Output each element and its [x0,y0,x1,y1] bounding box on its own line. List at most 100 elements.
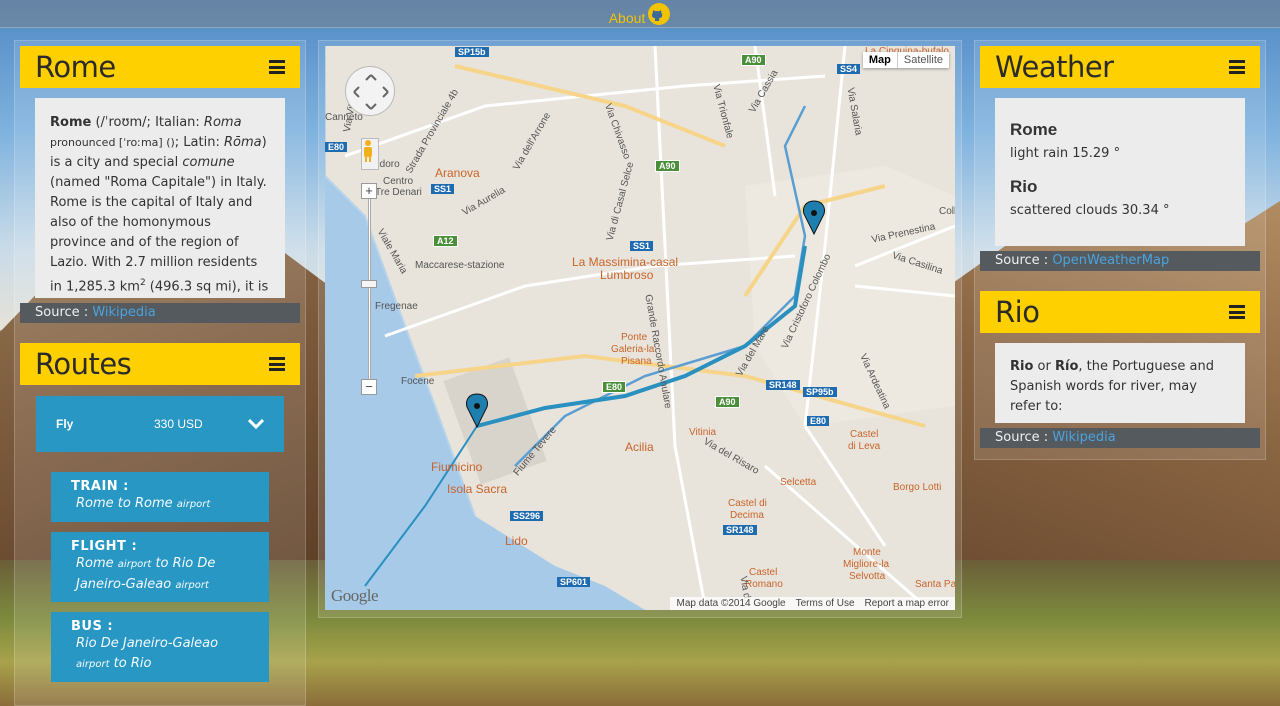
rio-panel-header: Rio [980,291,1260,333]
rio-or: or [1033,359,1055,374]
rome-text-3: (named "Roma Capitale") in Italy. Rome i… [50,175,267,295]
road-ss296: SS296 [510,511,544,521]
map-label-selvotta: Selvotta [849,571,886,582]
zoom-out-button[interactable]: − [361,379,377,395]
rome-comune: comune [182,155,235,170]
map-label-tre-denari: Tre Denari [375,187,422,198]
rio-source-link[interactable]: Wikipedia [1052,430,1115,445]
rome-pron: pronounced [ˈroːma] () [50,136,175,149]
train-to-word: to [117,496,131,511]
map-pan-control[interactable] [345,66,395,116]
terms-of-use-link[interactable]: Terms of Use [796,598,855,609]
fly-price: 330 USD [154,417,203,431]
map-label-coll: Coll [939,206,955,217]
map-label-castel-romano: Castel [749,567,778,578]
map-type-map-button[interactable]: Map [863,52,898,68]
rio-bold: Rio [1010,359,1034,374]
rome-latin: Rōma [223,135,262,150]
rio-panel-title: Rio [995,295,1040,329]
map-label-lumbroso: Lumbroso [600,268,654,282]
rome-summary: Rome (/ˈroʊm/; Italian: Roma pronounced [… [35,98,285,298]
map-label-migliore: Migliore-la [843,559,890,570]
rome-latin-label: ; Latin: [174,135,224,150]
road-sr148: SR148 [766,380,800,390]
weather-desc-rome: light rain 15.29 ° [1010,146,1121,161]
routes-panel-title: Routes [35,347,132,381]
map-label-pisana: Pisana [621,356,652,367]
map-label-massimina: La Massimina-casal [572,255,679,269]
map-label-monte: Monte [853,547,881,558]
route-train-card[interactable]: TRAIN : Rome to Rome airport [51,472,269,522]
map-label-lido: Lido [505,534,528,548]
map-label-castel-di: Castel di [728,498,767,509]
road-ss4: SS4 [837,64,861,74]
rome-bold: Rome [50,115,92,130]
map-label-santa-pa: Santa Pa [915,579,955,590]
flight-from-small: airport [117,559,152,570]
bus-title: BUS : [71,619,114,634]
road-sp95b: SP95b [803,387,837,397]
map-type-satellite-button[interactable]: Satellite [898,52,949,68]
map-label-centro: Centro [383,176,414,187]
map-label-acilia: Acilia [625,440,654,454]
map-label-focene: Focene [401,376,435,387]
train-to-small: airport [176,499,211,510]
map-label-decima: Decima [730,510,764,521]
flight-to-word: to [155,556,169,571]
route-bus-card[interactable]: BUS : Rio De Janeiro-Galeao airport to R… [51,612,269,682]
top-bar: About [0,0,1280,28]
road-sp601: SP601 [557,577,591,587]
zoom-slider-track[interactable] [368,191,371,391]
rome-source-bar: Source : Wikipedia [20,303,300,323]
github-icon [648,2,671,25]
about-link[interactable]: About [609,2,672,26]
bus-from: Rio De Janeiro-Galeao [76,636,219,651]
routes-menu-icon[interactable] [269,357,285,371]
road-a90-bot: A90 [715,396,740,408]
rome-source-link[interactable]: Wikipedia [92,305,155,320]
map-attribution: Map data ©2014 Google Terms of Use Repor… [670,597,955,610]
about-label: About [608,9,646,26]
fly-label: Fly [56,417,74,431]
weather-desc-rio: scattered clouds 30.34 ° [1010,203,1170,218]
route-flight-card[interactable]: FLIGHT : Rome airport to Rio De Janeiro-… [51,532,269,602]
route-fly-option[interactable]: Fly 330 USD [36,396,284,452]
map-label-galeria: Galeria-la [611,344,655,355]
map-label-borgo-lotti: Borgo Lotti [893,482,942,493]
rome-text-1: (/ˈroʊm/; Italian: [91,115,204,130]
road-a90-top: A90 [741,54,766,66]
map-label-ponte: Ponte [621,332,648,343]
chevron-down-icon[interactable] [248,419,264,429]
map-label-di-leva: di Leva [848,441,881,452]
rome-menu-icon[interactable] [269,60,285,74]
weather-city-rome: Rome [1010,120,1058,139]
bus-to-word: to [113,656,127,671]
weather-card: Rome light rain 15.29 ° Rio scattered cl… [995,98,1245,246]
rome-panel-title: Rome [35,50,116,84]
road-ss1-left: SS1 [431,184,455,194]
weather-menu-icon[interactable] [1229,60,1245,74]
map-label-selcetta: Selcetta [780,477,817,488]
flight-from: Rome [76,556,114,571]
rio-summary: Rio or Río, the Portuguese and Spanish w… [995,343,1245,423]
weather-source-link[interactable]: OpenWeatherMap [1052,253,1169,268]
rome-italian: Roma [203,115,242,130]
map-label-maccarese: Maccarese-stazione [415,260,505,271]
road-e80-left: E80 [325,142,348,152]
street-view-pegman-icon[interactable] [361,138,379,170]
rome-source-label: Source : [35,305,89,320]
rio-bold-2: Río [1054,359,1079,374]
google-logo: Google [331,586,379,605]
rio-source-label: Source : [995,430,1049,445]
rio-menu-icon[interactable] [1229,305,1245,319]
weather-source-label: Source : [995,253,1049,268]
bus-line: Rio De Janeiro-Galeao airport to Rio [71,634,249,675]
map-label-vitinia: Vitinia [689,427,717,438]
weather-panel-title: Weather [995,50,1114,84]
zoom-slider-thumb[interactable] [361,280,377,288]
map-view[interactable]: Aranova Centro Tre Denari Palidoro Canne… [325,46,955,610]
rio-source-bar: Source : Wikipedia [980,428,1260,448]
zoom-in-button[interactable]: + [361,183,377,199]
report-map-error-link[interactable]: Report a map error [865,598,949,609]
flight-title: FLIGHT : [71,539,138,554]
